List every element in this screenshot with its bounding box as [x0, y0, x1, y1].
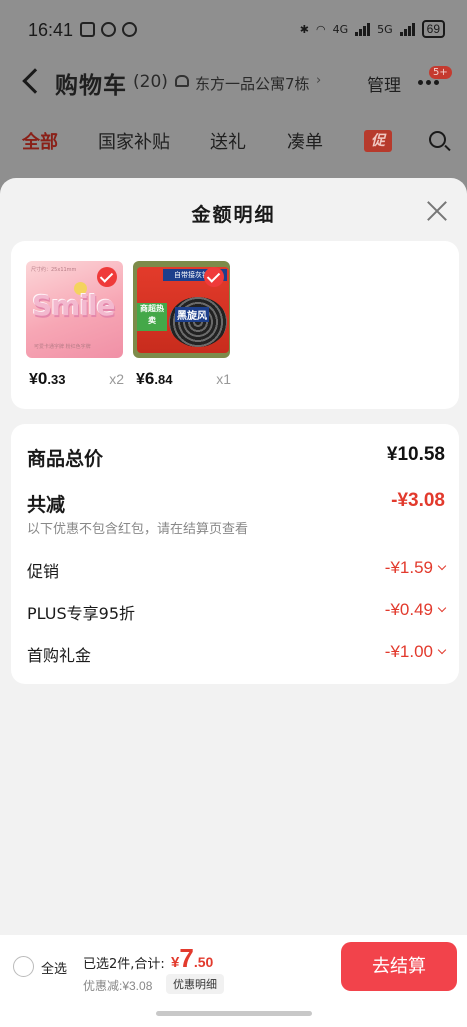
discount-label: 促销: [27, 562, 60, 581]
discount-value[interactable]: -¥0.49: [385, 600, 447, 620]
tab-bundle[interactable]: 凑单: [287, 128, 323, 154]
discount-detail-button[interactable]: 优惠明细: [166, 974, 224, 994]
discount-line-first-purchase[interactable]: 首购礼金 -¥1.00: [27, 642, 447, 666]
check-icon: [204, 267, 224, 287]
signal-icon-2: [399, 22, 415, 36]
total-row: 商品总价 ¥10.58: [27, 444, 445, 471]
image-brand: 黑旋风: [175, 307, 209, 322]
more-icon[interactable]: [418, 80, 439, 85]
background-page: 16:41 ✱ ◠ 4G 5G 69 购物车 (20) 东方一品公寓7栋 › 管…: [0, 0, 467, 180]
discount-value[interactable]: -¥1.59: [385, 558, 447, 578]
reduce-label: 共减: [27, 494, 66, 516]
product-item[interactable]: 尺寸约：25x11mm Smile 可爱卡通字牌 粉红色字牌 ¥0.33 x2: [26, 261, 124, 388]
filter-tabs: 全部 国家补贴 送礼 凑单 促: [0, 128, 467, 158]
selected-summary: 已选2件,合计:: [83, 957, 165, 972]
price-summary-card: 商品总价 ¥10.58 共减 -¥3.08 以下优惠不包含红包，请在结算页查看 …: [11, 424, 459, 684]
status-right: ✱ ◠ 4G 5G 69: [300, 20, 445, 38]
amount-detail-sheet: 金额明细 尺寸约：25x11mm Smile 可爱卡通字牌 粉红色字牌 ¥0.3…: [0, 178, 467, 1027]
chevron-down-icon[interactable]: [437, 645, 447, 655]
cart-count: (20): [133, 72, 168, 92]
location-icon[interactable]: [175, 75, 189, 87]
tab-gift[interactable]: 送礼: [210, 128, 246, 154]
delivery-address[interactable]: 东方一品公寓7栋: [195, 73, 310, 94]
tab-promotion[interactable]: 促: [364, 130, 392, 152]
check-icon: [97, 267, 117, 287]
battery-icon: 69: [421, 20, 445, 38]
page-title: 购物车: [55, 73, 127, 99]
select-all-label[interactable]: 全选: [41, 958, 67, 977]
discount-note: 以下优惠不包含红包，请在结算页查看: [27, 522, 249, 537]
checkout-bar: 全选 已选2件,合计: ¥7.50 优惠减:¥3.08 优惠明细 去结算: [0, 935, 467, 1027]
notification-icons: [80, 22, 137, 37]
image-caption: 尺寸约：25x11mm: [31, 267, 77, 273]
discount-line-promotion[interactable]: 促销 -¥1.59: [27, 558, 447, 582]
checkout-button[interactable]: 去结算: [341, 942, 457, 991]
status-bar: 16:41 ✱ ◠ 4G 5G 69: [0, 0, 467, 62]
nfc-icon: [80, 22, 95, 37]
tab-national-subsidy[interactable]: 国家补贴: [98, 128, 170, 154]
total-label: 商品总价: [27, 448, 104, 470]
wifi-icon: ◠: [315, 22, 326, 36]
sheet-title: 金额明细: [191, 204, 276, 226]
discount-line-plus[interactable]: PLUS专享95折 -¥0.49: [27, 600, 447, 624]
message-badge: 5+: [429, 66, 452, 79]
status-time: 16:41: [28, 20, 74, 40]
chevron-down-icon[interactable]: [437, 561, 447, 571]
reduce-value: -¥3.08: [391, 490, 445, 511]
product-quantity: x1: [216, 371, 231, 387]
product-quantity: x2: [109, 371, 124, 387]
product-price: ¥0.33: [29, 369, 66, 388]
total-value: ¥10.58: [386, 444, 445, 465]
home-indicator[interactable]: [156, 1011, 312, 1016]
wechat-icon: [122, 22, 137, 37]
discount-label: 首购礼金: [27, 646, 92, 665]
back-arrow-icon[interactable]: [22, 68, 48, 94]
manage-button[interactable]: 管理: [367, 71, 401, 96]
reduce-row: 共减 -¥3.08: [27, 490, 445, 517]
alarm-icon: [101, 22, 116, 37]
close-icon[interactable]: [424, 198, 450, 224]
signal-icon: [355, 22, 371, 36]
tab-all[interactable]: 全部: [22, 128, 58, 154]
image-word: Smile: [32, 289, 116, 322]
bluetooth-icon: ✱: [299, 22, 309, 36]
product-image[interactable]: 尺寸约：25x11mm Smile 可爱卡通字牌 粉红色字牌: [26, 261, 123, 358]
discount-value[interactable]: -¥1.00: [385, 642, 447, 662]
discount-label: PLUS专享95折: [27, 604, 135, 623]
select-all-checkbox[interactable]: [13, 956, 34, 977]
discount-total: 优惠减:¥3.08: [83, 979, 153, 993]
total-price: ¥7.50: [171, 943, 214, 973]
products-card: 尺寸约：25x11mm Smile 可爱卡通字牌 粉红色字牌 ¥0.33 x2 …: [11, 241, 459, 409]
product-image[interactable]: 自带接灰铁盘 商超热卖 黑旋风: [133, 261, 230, 358]
image-coil: [169, 297, 227, 347]
network-5g-label: 5G: [377, 22, 393, 36]
cart-header: 购物车 (20) 东方一品公寓7栋 › 管理 5+: [0, 62, 467, 112]
network-4g-label: 4G: [332, 22, 349, 36]
product-price: ¥6.84: [136, 369, 173, 388]
product-item[interactable]: 自带接灰铁盘 商超热卖 黑旋风 ¥6.84 x1: [133, 261, 231, 388]
image-caption-bottom: 可爱卡通字牌 粉红色字牌: [34, 344, 91, 350]
search-icon[interactable]: [429, 131, 446, 148]
chevron-right-icon[interactable]: ›: [316, 73, 321, 88]
chevron-down-icon[interactable]: [437, 603, 447, 613]
image-label: 商超热卖: [137, 303, 167, 331]
